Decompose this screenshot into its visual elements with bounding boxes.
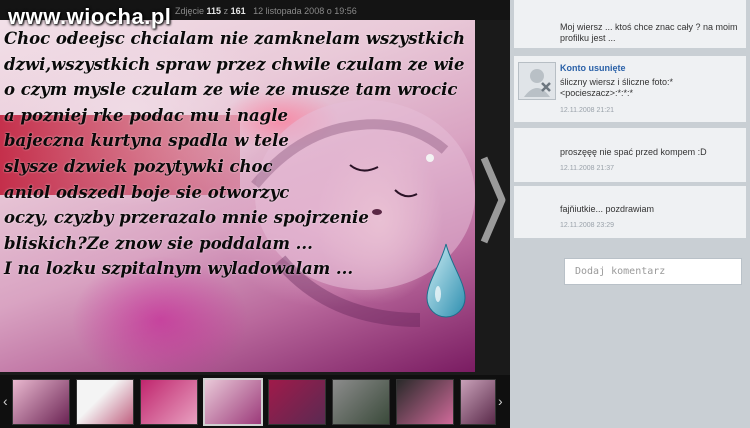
poem-line: bajeczna kurtyna spadla w tele	[4, 131, 289, 151]
thumbnail[interactable]	[332, 379, 390, 425]
comment-text: Moj wiersz ... ktoś chce znac cały ? na …	[560, 22, 738, 43]
main-photo[interactable]: Choc odeejsc chcialam nie zamknelam wszy…	[0, 20, 475, 372]
teardrop-icon	[426, 243, 466, 318]
comments-panel: Moj wiersz ... ktoś chce znac cały ? na …	[510, 0, 750, 428]
thumbnail[interactable]	[12, 379, 70, 425]
poem-line: oczy, czyzby przerazalo mnie spojrzenie	[4, 208, 369, 228]
thumbnail[interactable]	[76, 379, 134, 425]
chevron-right-icon[interactable]	[478, 150, 508, 250]
comment-item: fajňiutkie... pozdrawiam 12.11.2008 23:2…	[514, 186, 746, 238]
poem-line: aniol odszedl boje sie otworzyc	[4, 182, 290, 202]
photo-total: 161	[230, 6, 246, 16]
comment-text: fajňiutkie... pozdrawiam	[560, 204, 655, 214]
thumbnail[interactable]	[140, 379, 198, 425]
photo-info: Zdjęcie 115 z 161 12 listopada 2008 o 19…	[175, 6, 357, 16]
poem-line: dzwi,wszystkich spraw przez chwile czula…	[4, 54, 465, 74]
strip-next-icon[interactable]: ›	[498, 393, 503, 409]
photo-label: Zdjęcie	[175, 6, 205, 16]
photo-date: 12 listopada 2008 o 19:56	[253, 6, 357, 16]
deleted-user-icon[interactable]	[518, 62, 556, 100]
poem-line: bliskich?Ze znow sie poddalam ...	[4, 233, 313, 253]
comment-text: śliczny wiersz i śliczne foto:* <pociesz…	[560, 77, 674, 98]
thumbnail-selected[interactable]	[203, 378, 263, 426]
photo-of-label: z	[223, 6, 229, 16]
thumbnail-strip: ‹ ›	[0, 375, 510, 428]
comment-date: 12.11.2008 23:29	[560, 222, 614, 229]
photo-index: 115	[206, 6, 222, 16]
site-watermark: www.wiocha.pl	[8, 4, 172, 29]
poem-line: a pozniej rke podac mu i nagle	[4, 105, 288, 125]
comment-item: proszęęę nie spać przed kompem :D 12.11.…	[514, 128, 746, 182]
comment-author-link[interactable]: Konto usunięte	[560, 63, 626, 73]
poem-line: slysze dzwiek pozytywki choc	[4, 156, 273, 176]
thumbnail[interactable]	[268, 379, 326, 425]
thumbnail[interactable]	[460, 379, 496, 425]
strip-prev-icon[interactable]: ‹	[3, 393, 8, 409]
poem-line: o czym mysle czulam ze wie ze musze tam …	[4, 80, 458, 100]
photo-viewer: Zdjęcie 115 z 161 12 listopada 2008 o 19…	[0, 0, 510, 428]
comment-text: proszęęę nie spać przed kompem :D	[560, 147, 707, 157]
poem-text: Choc odeejsc chcialam nie zamknelam wszy…	[4, 26, 474, 282]
add-comment-input[interactable]	[565, 259, 741, 284]
thumbnail[interactable]	[396, 379, 454, 425]
comment-item: Moj wiersz ... ktoś chce znac cały ? na …	[514, 0, 746, 48]
poem-line: I na lozku szpitalnym wyladowalam ...	[4, 259, 354, 279]
comment-date: 12.11.2008 21:21	[560, 107, 614, 114]
add-comment-box[interactable]	[564, 258, 742, 285]
comment-date: 12.11.2008 21:37	[560, 165, 614, 172]
comment-item: Konto usunięte śliczny wiersz i śliczne …	[514, 56, 746, 122]
